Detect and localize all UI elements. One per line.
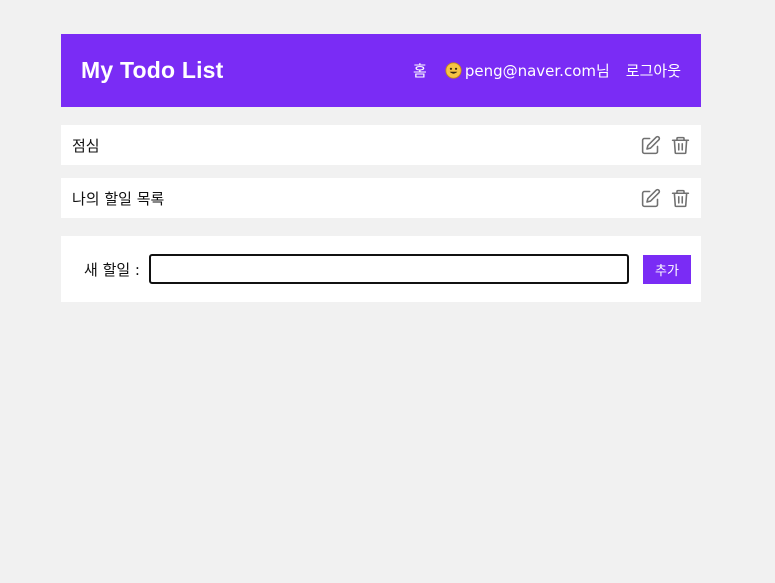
todo-actions: [631, 134, 691, 156]
user-email: peng@naver.com님: [464, 62, 610, 80]
smiley-icon: [445, 62, 462, 79]
add-todo-form: 새 할일 : 추가: [61, 236, 701, 302]
edit-icon[interactable]: [639, 134, 661, 156]
todo-app: My Todo List 홈 peng@naver.com님 로그아웃 점심 나…: [61, 34, 701, 302]
edit-icon[interactable]: [639, 187, 661, 209]
nav-logout-link[interactable]: 로그아웃: [626, 60, 681, 81]
trash-icon[interactable]: [669, 187, 691, 209]
todo-list: 점심 나의 할일 목록: [61, 125, 701, 218]
add-button[interactable]: 추가: [643, 254, 691, 284]
app-header: My Todo List 홈 peng@naver.com님 로그아웃: [61, 34, 701, 107]
todo-actions: [631, 187, 691, 209]
header-nav: 홈 peng@naver.com님 로그아웃: [413, 60, 681, 81]
trash-icon[interactable]: [669, 134, 691, 156]
todo-item: 점심: [61, 125, 701, 165]
nav-user-info: peng@naver.com님: [445, 60, 610, 81]
app-title: My Todo List: [81, 57, 224, 83]
todo-text: 점심: [72, 136, 100, 155]
nav-home-link[interactable]: 홈: [413, 60, 427, 81]
new-todo-input[interactable]: [149, 254, 629, 284]
todo-text: 나의 할일 목록: [72, 189, 165, 208]
new-todo-label: 새 할일 :: [84, 260, 140, 279]
todo-item: 나의 할일 목록: [61, 178, 701, 218]
